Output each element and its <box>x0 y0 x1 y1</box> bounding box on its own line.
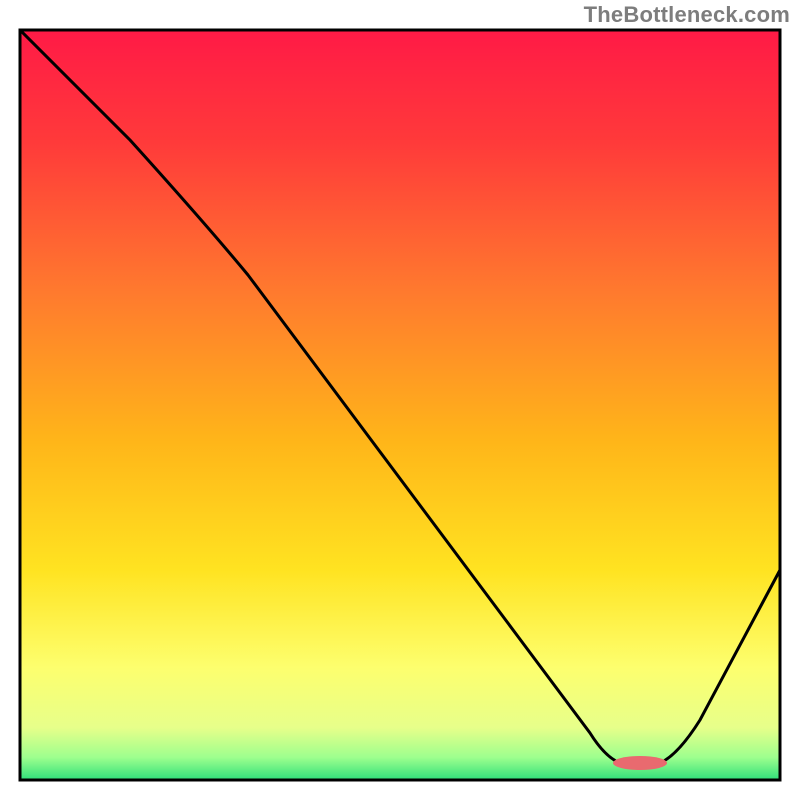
optimal-marker <box>613 756 667 770</box>
chart-svg <box>0 0 800 800</box>
chart-stage: { "watermark": { "text": "TheBottleneck.… <box>0 0 800 800</box>
watermark-text: TheBottleneck.com <box>584 2 790 28</box>
